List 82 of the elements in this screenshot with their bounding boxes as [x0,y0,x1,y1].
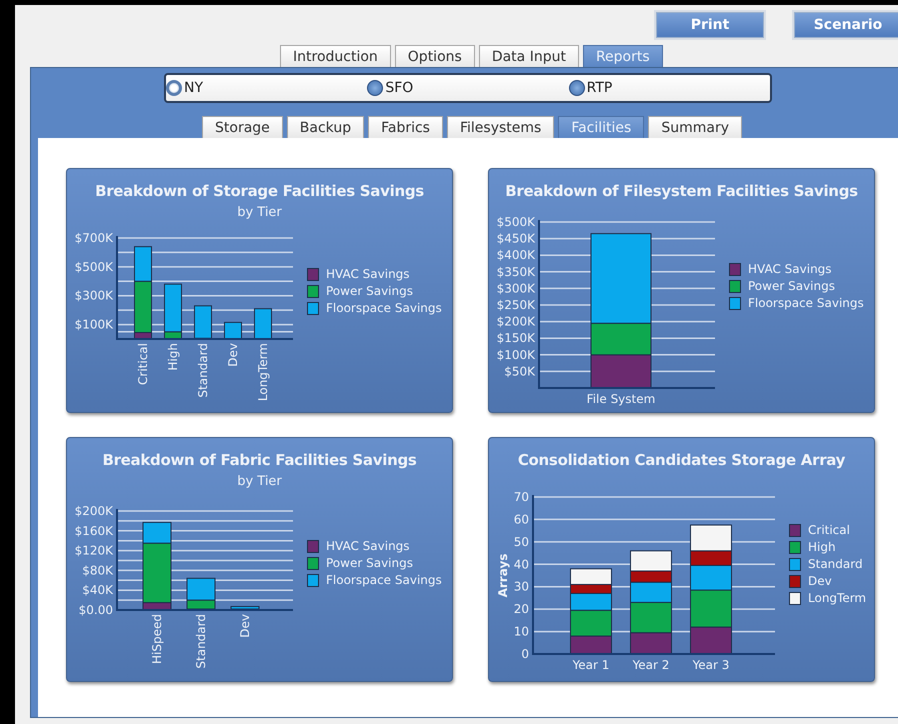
axis-tick-label: 20 [514,602,529,616]
tab[interactable]: Storage [202,116,283,138]
tab[interactable]: Summary [648,116,742,138]
axis-tick-label: $700K [74,231,113,245]
axis-tick-label: 40 [514,557,529,572]
tab[interactable]: Introduction [280,45,391,67]
axis-tick-label: $100K [496,348,535,362]
category-label: Standard [196,343,210,398]
tab[interactable]: Fabrics [368,116,443,138]
bar [194,305,212,339]
chart-title: Breakdown of Filesystem Facilities Savings [504,182,859,200]
legend-label: HVAC Savings [326,539,410,553]
axis-tick-label: $300K [74,288,113,303]
category-label: LongTerm [256,343,270,402]
axis-tick-label: 50 [514,534,529,549]
category-label: Critical [136,343,150,385]
chart-subtitle: by Tier [236,474,283,489]
axis-tick-label: $300K [496,281,535,296]
legend-label: Floorspace Savings [326,573,442,587]
axis-tick-label: $80K [82,563,113,578]
axis-tick-label: $120K [74,544,113,558]
bar [224,322,242,340]
category-label: Year 1 [572,658,610,672]
chart-subtitle: by Tier [236,205,283,220]
legend-label: HVAC Savings [748,262,832,276]
legend-label: High [808,540,836,554]
legend-label: LongTerm [808,591,866,605]
tab[interactable]: Options [394,45,475,67]
legend-label: HVAC Savings [326,267,410,281]
radio-button[interactable] [568,80,585,96]
category-label: HiSpeed [150,614,164,664]
radio-label[interactable]: NY [184,80,204,96]
axis-tick-label: $500K [74,260,113,274]
legend-label: Power Savings [326,284,413,298]
axis-tick-label: $50K [504,364,535,378]
axis-tick-label: $150K [496,331,535,346]
axis-tick-label: $160K [74,524,113,538]
chart-title: Breakdown of Fabric Facilities Savings [101,451,418,469]
axis-tick-label: $250K [496,298,535,312]
chart-title: Breakdown of Storage Facilities Savings [94,182,425,200]
legend-label: Critical [808,523,850,537]
axis-tick-label: $500K [496,215,535,229]
bar [254,308,272,340]
axis-tick-label: 0 [521,647,529,661]
legend-label: Dev [808,574,832,588]
axis-title: Arrays [496,554,510,598]
legend-label: Standard [808,557,863,571]
legend-label: Floorspace Savings [748,296,864,310]
tab[interactable]: Filesystems [446,116,554,138]
axis-tick-label: $400K [496,248,535,262]
legend-label: Power Savings [326,556,413,570]
tab[interactable]: Backup [286,116,364,138]
category-label: Year 2 [632,658,670,672]
axis-tick-label: $40K [82,583,113,598]
category-label: Dev [238,614,252,638]
axis-tick-label: $0.00 [78,603,113,617]
bar [230,606,260,610]
bar [630,632,672,654]
category-label: Standard [194,614,208,669]
axis-tick-label: $350K [496,264,535,279]
bar [590,354,652,388]
category-label: High [166,343,180,371]
axis-tick-label: 10 [514,624,529,639]
legend-label: Power Savings [748,279,835,293]
axis-tick-label: $200K [496,314,535,329]
axis-tick-label: 60 [514,512,529,526]
tab[interactable]: Data Input [478,45,579,67]
radio-label[interactable]: RTP [586,80,612,96]
axis-tick-label: 70 [514,490,529,504]
radio-label[interactable]: SFO [385,80,414,96]
radio-button[interactable] [367,80,384,96]
legend-label: Floorspace Savings [326,301,442,315]
axis-tick-label: $450K [496,232,535,246]
bar [690,626,732,654]
axis-tick-label: 30 [514,580,529,594]
axis-tick-label: $200K [74,504,113,518]
radio-button[interactable] [166,80,182,96]
category-label: Year 3 [692,658,730,672]
category-label: Dev [226,343,240,367]
category-label: File System [586,392,656,406]
chart-title: Consolidation Candidates Storage Array [516,451,846,469]
axis-tick-label: $100K [74,318,113,332]
